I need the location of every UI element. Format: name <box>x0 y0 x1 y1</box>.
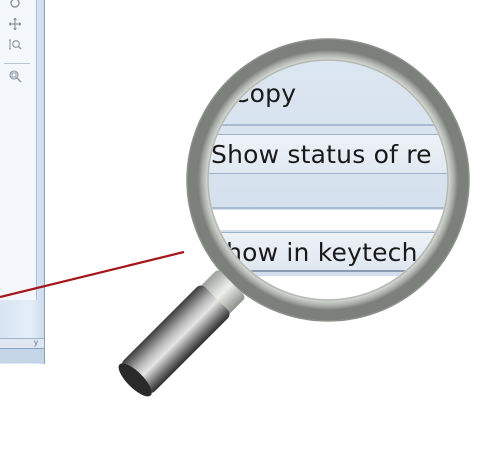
bottom-bar <box>0 348 44 363</box>
menu-item-copy[interactable]: Copy <box>207 74 449 114</box>
status-text: y <box>34 338 38 347</box>
zoom-icon[interactable] <box>8 38 22 52</box>
magnifier-handle <box>118 270 245 397</box>
menu-separator <box>207 207 449 209</box>
menu-item-show-in-keytech[interactable]: Show in keytech <box>207 232 449 272</box>
screenshot-stage: y Copy Show status of re Show in keytech <box>0 0 487 455</box>
toolbar-separator <box>4 63 30 64</box>
menu-gap <box>207 276 449 296</box>
menu-item-show-status[interactable]: Show status of re <box>207 134 449 174</box>
application-panel: y <box>0 0 45 364</box>
record-icon[interactable] <box>8 0 22 10</box>
menu-separator <box>207 124 449 126</box>
menu-gap <box>207 210 449 230</box>
pan-icon[interactable] <box>8 17 22 31</box>
zoom-window-icon[interactable] <box>8 69 22 83</box>
magnified-context-menu: Copy Show status of re Show in keytech <box>207 59 449 301</box>
view-toolbar <box>0 0 37 300</box>
